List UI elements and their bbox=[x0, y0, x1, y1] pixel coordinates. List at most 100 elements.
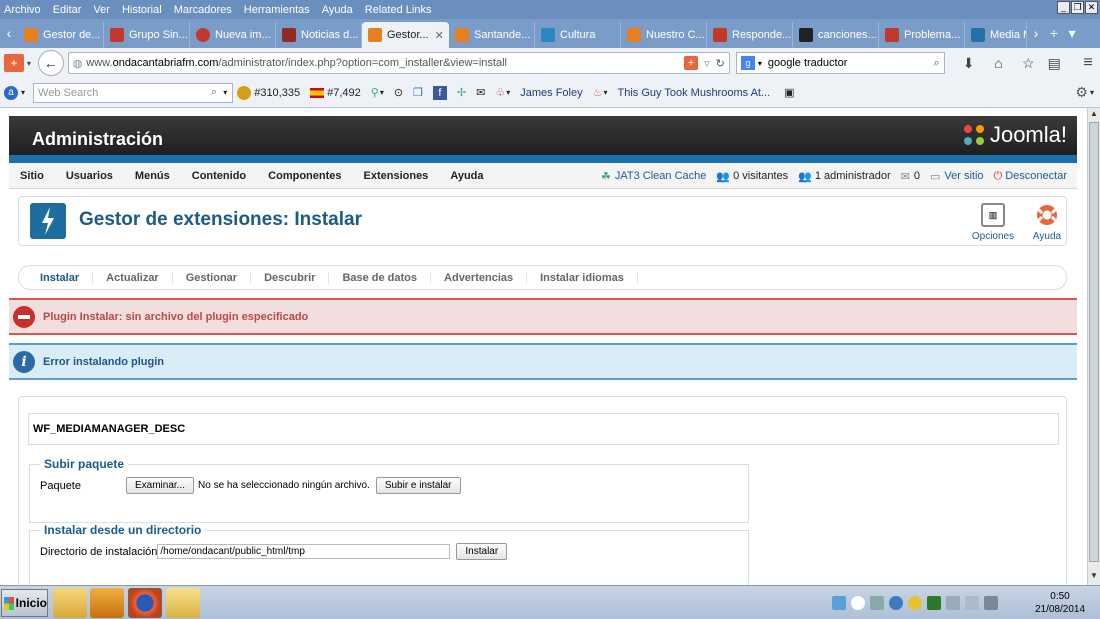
tab-gestor-de[interactable]: Gestor de... bbox=[18, 22, 104, 48]
file-explorer-icon[interactable] bbox=[53, 588, 87, 618]
tab-base-de-datos[interactable]: Base de datos bbox=[329, 271, 432, 284]
mail-app-icon[interactable] bbox=[166, 588, 200, 618]
chevron-down-icon[interactable]: ▾ bbox=[1090, 88, 1094, 97]
browser-search-box[interactable]: g ▾ google traductor ⌕ bbox=[735, 52, 945, 74]
menu-herramientas[interactable]: Herramientas bbox=[244, 4, 310, 16]
tab-advertencias[interactable]: Advertencias bbox=[431, 271, 528, 284]
tab-instalar-idiomas[interactable]: Instalar idiomas bbox=[527, 271, 638, 284]
tab-problema[interactable]: Problema... bbox=[879, 22, 965, 48]
admin-menu-sitio[interactable]: Sitio bbox=[9, 170, 55, 182]
firefox-menu-icon[interactable]: + bbox=[4, 54, 24, 72]
mail-icon[interactable]: ✉ bbox=[476, 86, 485, 99]
address-bar[interactable]: ◍ www. ondacantabriafm.com/administrator/… bbox=[67, 52, 730, 74]
tab-canciones[interactable]: canciones... bbox=[793, 22, 879, 48]
menu-historial[interactable]: Historial bbox=[122, 4, 162, 16]
add-bookmark-icon[interactable]: + bbox=[684, 56, 699, 70]
search-icon[interactable]: ⌕ bbox=[934, 57, 940, 70]
logout-link[interactable]: ⏻ Desconectar bbox=[994, 170, 1067, 183]
tab-noticias-d[interactable]: Noticias d... bbox=[276, 22, 362, 48]
tray-flag-icon[interactable] bbox=[946, 596, 960, 610]
firefox-icon[interactable] bbox=[128, 588, 162, 618]
new-tab-icon[interactable]: + bbox=[1045, 19, 1063, 48]
tab-gestor-active[interactable]: Gestor... ✕ bbox=[362, 22, 449, 48]
image-icon[interactable]: ▣ bbox=[784, 86, 794, 99]
install-button[interactable]: Instalar bbox=[456, 543, 508, 560]
scroll-up-icon[interactable]: ▲ bbox=[1088, 109, 1100, 121]
start-button[interactable]: Inicio bbox=[1, 589, 48, 617]
tab-santander[interactable]: Santande... bbox=[449, 22, 535, 48]
bookmark-star-icon[interactable]: ☆ bbox=[1016, 52, 1040, 74]
chevron-down-icon[interactable]: ▾ bbox=[24, 52, 34, 74]
hamburger-menu-icon[interactable]: ≡ bbox=[1076, 52, 1100, 74]
tab-media-ma[interactable]: Media Ma bbox=[965, 22, 1027, 48]
chevron-down-icon[interactable]: ▾ bbox=[223, 88, 227, 97]
minimize-icon[interactable]: _ bbox=[1057, 1, 1070, 14]
chevron-down-icon[interactable]: ▾ bbox=[380, 88, 384, 97]
tab-grupo-sin[interactable]: Grupo Sin... bbox=[104, 22, 190, 48]
admin-menu-contenido[interactable]: Contenido bbox=[181, 170, 257, 182]
tray-cloud-icon[interactable] bbox=[832, 596, 846, 610]
close-icon[interactable]: ✕ bbox=[1085, 1, 1098, 14]
james-foley-link[interactable]: James Foley bbox=[520, 87, 582, 99]
install-directory-input[interactable]: /home/ondacant/public_html/tmp bbox=[157, 544, 451, 559]
view-site-link[interactable]: ▭ Ver sitio bbox=[930, 170, 984, 183]
menu-marcadores[interactable]: Marcadores bbox=[174, 4, 232, 16]
chevron-down-icon[interactable]: ▾ bbox=[21, 88, 25, 97]
fire-icon[interactable]: ♨ bbox=[593, 86, 603, 99]
media-player-icon[interactable] bbox=[90, 588, 124, 618]
menu-editar[interactable]: Editar bbox=[53, 4, 82, 16]
translate-icon[interactable]: ✢ bbox=[457, 86, 466, 99]
bookmarks-list-icon[interactable]: ▤ bbox=[1042, 52, 1066, 74]
clean-cache-link[interactable]: ☘ JAT3 Clean Cache bbox=[601, 170, 706, 183]
tray-device-icon[interactable] bbox=[870, 596, 884, 610]
tab-instalar[interactable]: Instalar bbox=[27, 271, 94, 284]
admin-menu-ayuda[interactable]: Ayuda bbox=[439, 170, 494, 182]
admin-menu-extensiones[interactable]: Extensiones bbox=[353, 170, 440, 182]
chevron-down-icon[interactable]: ▾ bbox=[603, 88, 607, 97]
download-icon[interactable]: ⬇ bbox=[957, 52, 981, 74]
news-headline-link[interactable]: This Guy Took Mushrooms At... bbox=[618, 87, 771, 99]
menu-archivo[interactable]: Archivo bbox=[4, 4, 41, 16]
scroll-down-icon[interactable]: ▼ bbox=[1088, 571, 1100, 583]
ask-logo-icon[interactable]: a bbox=[4, 85, 18, 100]
messages-count[interactable]: ✉ 0 bbox=[901, 170, 920, 183]
taskbar-clock[interactable]: 0:50 21/08/2014 bbox=[1024, 590, 1096, 616]
link-tool-icon[interactable]: ⚲ bbox=[371, 86, 379, 99]
admin-menu-componentes[interactable]: Componentes bbox=[257, 170, 352, 182]
tab-nuestro-c[interactable]: Nuestro C... bbox=[621, 22, 707, 48]
tab-gestionar[interactable]: Gestionar bbox=[173, 271, 252, 284]
tray-nvidia-icon[interactable] bbox=[927, 596, 941, 610]
tab-scroll-right-icon[interactable]: › bbox=[1027, 19, 1045, 48]
tab-list-icon[interactable]: ▾ bbox=[1063, 19, 1081, 48]
scrollbar-thumb[interactable] bbox=[1089, 122, 1099, 562]
tab-actualizar[interactable]: Actualizar bbox=[93, 271, 173, 284]
tray-volume-icon[interactable] bbox=[984, 596, 998, 610]
alexa-rank-spain[interactable]: #7,492 bbox=[310, 87, 361, 99]
facebook-icon[interactable]: f bbox=[432, 85, 447, 100]
upload-install-button[interactable]: Subir e instalar bbox=[375, 477, 461, 494]
alexa-rank-global[interactable]: #310,335 bbox=[237, 85, 300, 100]
chevron-down-icon[interactable]: ▾ bbox=[506, 88, 510, 97]
tray-panda-icon[interactable] bbox=[851, 596, 865, 610]
gear-icon[interactable]: ⚙ bbox=[1075, 84, 1088, 101]
help-button[interactable]: Ayuda bbox=[1024, 203, 1070, 242]
weather-icon[interactable]: ♧ bbox=[495, 86, 505, 99]
menu-related-links[interactable]: Related Links bbox=[365, 4, 432, 16]
chevron-down-icon[interactable]: ▾ bbox=[758, 59, 762, 68]
browse-button[interactable]: Examinar... bbox=[126, 477, 195, 494]
tray-display-icon[interactable] bbox=[965, 596, 979, 610]
rss-icon[interactable]: ⊙ bbox=[394, 86, 403, 99]
restore-icon[interactable]: ❐ bbox=[1071, 1, 1084, 14]
tray-messenger-icon[interactable] bbox=[908, 596, 922, 610]
tab-nueva-im[interactable]: Nueva im... bbox=[190, 22, 276, 48]
tray-network-icon[interactable] bbox=[889, 596, 903, 610]
admin-menu-usuarios[interactable]: Usuarios bbox=[55, 170, 124, 182]
tab-close-icon[interactable]: ✕ bbox=[435, 29, 444, 42]
search-icon[interactable]: ⌕ bbox=[211, 86, 217, 99]
admin-menu-menus[interactable]: Menús bbox=[124, 170, 181, 182]
tab-cultura[interactable]: Cultura bbox=[535, 22, 621, 48]
vertical-scrollbar[interactable]: ▲ ▼ bbox=[1087, 108, 1100, 585]
url-dropdown-icon[interactable]: ▿ bbox=[704, 57, 710, 70]
tab-responde[interactable]: Responde... bbox=[707, 22, 793, 48]
options-button[interactable]: ▥ Opciones bbox=[970, 203, 1016, 242]
